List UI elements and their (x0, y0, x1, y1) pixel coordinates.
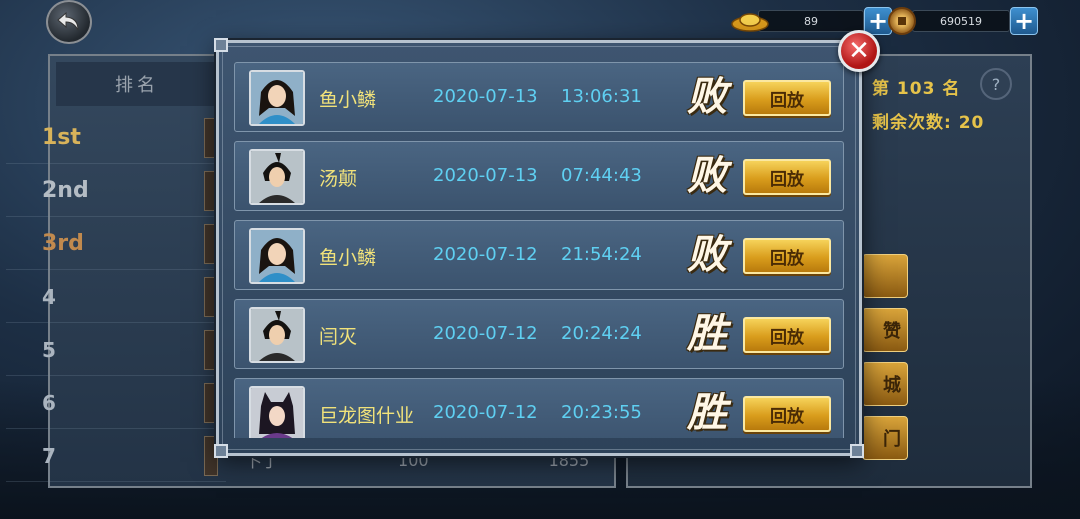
side-button-4[interactable]: 门 (862, 416, 908, 460)
rank-label: 4 (42, 284, 56, 309)
back-button[interactable] (46, 0, 92, 44)
close-button[interactable]: ✕ (838, 30, 880, 72)
opponent-avatar (249, 149, 305, 205)
male-swordsman-avatar-icon (251, 151, 303, 203)
battle-result: 败 (687, 231, 727, 278)
my-rank-text: 第 103 名 (872, 79, 961, 99)
battle-record-row: 鱼小鳞 2020-07-13 13:06:31 败 回放 (234, 62, 844, 132)
rank-row-5[interactable]: 5 (6, 324, 226, 376)
gold-ingot-counter: 89 + (731, 7, 892, 35)
battle-date: 2020-07-12 (433, 323, 538, 344)
battle-record-list[interactable]: 鱼小鳞 2020-07-13 13:06:31 败 回放 汤颠 2020-07-… (234, 62, 844, 438)
battle-record-row: 鱼小鳞 2020-07-12 21:54:24 败 回放 (234, 220, 844, 290)
side-button-3[interactable]: 城 (862, 362, 908, 406)
battle-date: 2020-07-12 (433, 402, 538, 423)
rank-row-1[interactable]: 1st (6, 112, 226, 164)
battle-time: 20:24:24 (561, 323, 642, 344)
opponent-avatar (249, 70, 305, 126)
battle-result: 胜 (687, 310, 727, 357)
back-arrow-icon (57, 11, 79, 31)
side-button-2[interactable]: 赞 (862, 308, 908, 352)
rank-label: 7 (42, 443, 56, 468)
opponent-avatar (249, 228, 305, 284)
opponent-avatar (249, 307, 305, 363)
rank-row-7[interactable]: 7 (6, 430, 226, 482)
rank-label: 5 (42, 337, 56, 362)
battle-date: 2020-07-12 (433, 244, 538, 265)
rank-label: 3rd (42, 231, 84, 256)
battle-result: 胜 (687, 389, 727, 436)
gold-ingot-icon (731, 13, 769, 32)
replay-button[interactable]: 回放 (743, 396, 831, 432)
rank-row-6[interactable]: 6 (6, 377, 226, 429)
rank-label: 6 (42, 390, 56, 415)
rank-label: 2nd (42, 178, 89, 203)
rank-row-3[interactable]: 3rd (6, 218, 226, 270)
replay-button[interactable]: 回放 (743, 159, 831, 195)
battle-result: 败 (687, 152, 727, 199)
battle-record-row: 闫灭 2020-07-12 20:24:24 胜 回放 (234, 299, 844, 369)
modal-corner-ornament (850, 444, 864, 458)
opponent-name: 鱼小鳞 (319, 89, 377, 111)
battle-time: 07:44:43 (561, 165, 642, 186)
female-swordsman-avatar-icon (251, 230, 303, 282)
add-copper-coin-button[interactable]: + (1010, 7, 1038, 35)
battle-time: 20:23:55 (561, 402, 642, 423)
battle-time: 21:54:24 (561, 244, 642, 265)
opponent-name: 汤颠 (319, 168, 358, 190)
battle-record-row: 巨龙图什业 2020-07-12 20:23:55 胜 回放 (234, 378, 844, 438)
remaining-attempts-text: 剩余次数: 20 (872, 113, 985, 133)
rank-row-4[interactable]: 4 (6, 271, 226, 323)
battle-result: 败 (687, 73, 727, 120)
close-icon: ✕ (848, 36, 870, 66)
battle-date: 2020-07-13 (433, 165, 538, 186)
female-swordsman-avatar-icon (251, 72, 303, 124)
opponent-name: 巨龙图什业 (319, 405, 415, 427)
modal-corner-ornament (214, 38, 228, 52)
rank-row-2[interactable]: 2nd (6, 165, 226, 217)
gold-ingot-value: 89 (758, 10, 864, 32)
replay-button[interactable]: 回放 (743, 80, 831, 116)
opponent-name: 闫灭 (319, 326, 358, 348)
male-swordsman-avatar-icon (251, 309, 303, 361)
opponent-name: 鱼小鳞 (319, 247, 377, 269)
battle-record-row: 汤颠 2020-07-13 07:44:43 败 回放 (234, 141, 844, 211)
opponent-avatar (249, 386, 305, 438)
replay-button[interactable]: 回放 (743, 317, 831, 353)
copper-coin-counter: 690519 + (888, 7, 1038, 35)
replay-button[interactable]: 回放 (743, 238, 831, 274)
rank-label: 1st (42, 125, 81, 150)
help-button[interactable]: ? (980, 68, 1012, 100)
ranking-header: 排名 (56, 62, 218, 106)
copper-coin-icon (888, 7, 916, 35)
battle-time: 13:06:31 (561, 86, 642, 107)
copper-coin-value: 690519 (912, 10, 1010, 32)
side-button-1[interactable] (862, 254, 908, 298)
battle-date: 2020-07-13 (433, 86, 538, 107)
modal-corner-ornament (214, 444, 228, 458)
cat-ear-warrior-avatar-icon (251, 388, 303, 438)
